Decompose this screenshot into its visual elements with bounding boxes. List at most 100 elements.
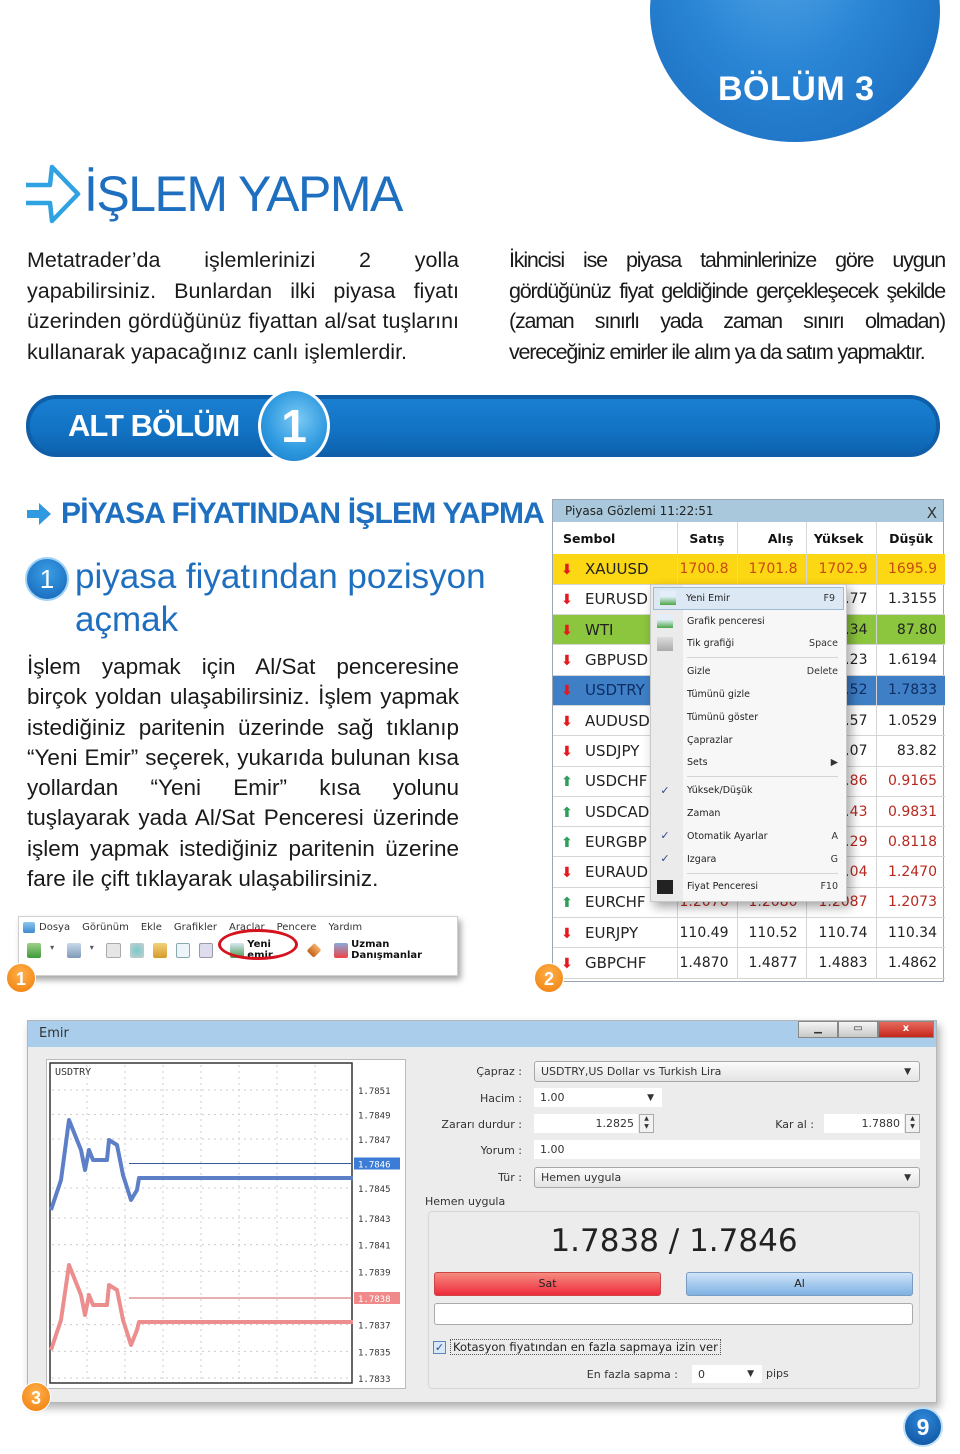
menu-separator [687, 872, 838, 874]
max-deviation-select[interactable]: 0 ▼ [692, 1365, 762, 1383]
expert-advisors-button[interactable]: Uzman Danışmanlar [334, 939, 457, 961]
profiles-icon[interactable] [66, 942, 81, 958]
low-cell: 1.7833 [876, 675, 945, 706]
order-type-select[interactable]: Hemen uygula ▼ [534, 1167, 920, 1188]
arrow-down-icon: ⬇ [561, 865, 573, 882]
context-menu-item[interactable]: Gizle Delete [651, 660, 846, 683]
table-row[interactable]: ⬇ EURJPY 110.49 110.52 110.74 110.34 [553, 917, 945, 949]
terminal-icon[interactable] [175, 942, 190, 958]
minimize-button[interactable]: ▁ [798, 1021, 838, 1038]
arrow-down-icon: ⬇ [561, 743, 573, 760]
y-tick-label: 1.7837 [358, 1322, 391, 1332]
context-menu-item[interactable]: Yeni Emir F9 [653, 587, 844, 610]
context-menu-item[interactable]: Zaman [651, 802, 846, 825]
symbol-cell[interactable]: ⬇ EURJPY [553, 917, 678, 949]
stop-loss-spinner[interactable]: ▲ ▼ [639, 1114, 654, 1133]
take-profit-spinner[interactable]: ▲ ▼ [905, 1114, 920, 1133]
low-cell: 1.2073 [876, 887, 945, 919]
tick-chart: USDTRY 1.7851 1.7849 1.7847 1.7846 1.7845 1.78… [46, 1059, 406, 1389]
context-menu-item[interactable]: ✓ Yüksek/Düşük [651, 779, 846, 802]
tester-icon[interactable] [198, 942, 214, 958]
y-tick-label: 1.7833 [358, 1375, 391, 1385]
symbol-cell[interactable]: ⬇ GBPCHF [553, 947, 678, 979]
page-title-text: İŞLEM YAPMA [84, 166, 403, 222]
arrow-up-icon: ⬆ [561, 834, 573, 851]
y-tick-label: 1.7839 [358, 1268, 391, 1278]
menu-pencere[interactable]: Pencere [277, 922, 317, 933]
volume-select[interactable]: 1.00 ▼ [534, 1088, 662, 1107]
column-header-bid[interactable]: Satış [677, 522, 738, 554]
low-cell: 87.80 [876, 614, 945, 646]
context-menu-item[interactable]: Fiyat Penceresi F10 [651, 876, 846, 899]
context-menu-item[interactable]: Tümünü göster [651, 706, 846, 729]
metaeditor-icon[interactable] [306, 942, 322, 958]
deviation-checkbox-row[interactable]: ✓ Kotasyon fiyatından en fazla sapmaya i… [433, 1339, 721, 1355]
column-header-ask[interactable]: Alış [737, 522, 807, 554]
context-menu-item[interactable]: ✓ Otomatik Ayarlar A [651, 825, 846, 848]
context-menu-item[interactable]: ✓ Izgara G [651, 848, 846, 871]
chart-window-icon [657, 614, 673, 629]
arrow-right-icon [27, 503, 51, 525]
dropdown-icon[interactable]: ▾ [50, 943, 58, 958]
screenshot-badge-3: 3 [21, 1382, 51, 1412]
highlight-circle [218, 929, 299, 960]
new-chart-icon[interactable] [27, 942, 42, 958]
deviation-checkbox[interactable]: ✓ [433, 1340, 446, 1354]
context-menu-item[interactable]: Sets ▶ [651, 752, 846, 775]
low-cell: 110.34 [876, 917, 945, 949]
app-icon [23, 921, 35, 933]
screenshot-badge-2: 2 [534, 963, 564, 993]
close-icon[interactable]: X [927, 502, 937, 524]
arrow-right-icon [26, 164, 81, 224]
chevron-down-icon: ▼ [904, 1172, 911, 1183]
menu-grafikler[interactable]: Grafikler [174, 922, 217, 933]
y-tick-label: 1.7841 [358, 1242, 391, 1252]
bid-series [49, 1263, 353, 1351]
symbol-select[interactable]: USDTRY,US Dollar vs Turkish Lira ▼ [534, 1061, 920, 1082]
data-window-icon[interactable] [129, 942, 144, 958]
context-menu-item[interactable]: Tümünü gizle [651, 683, 846, 706]
arrow-up-icon: ⬆ [561, 774, 573, 791]
dropdown-icon[interactable]: ▾ [90, 943, 98, 958]
column-header-low[interactable]: Düşük [876, 522, 945, 554]
menu-yardim[interactable]: Yardım [328, 922, 362, 933]
navigator-icon[interactable] [152, 942, 167, 958]
comment-input[interactable]: 1.00 [534, 1140, 920, 1159]
high-cell: 1.4883 [806, 947, 877, 979]
deviation-checkbox-label: Kotasyon fiyatından en fazla sapmaya izi… [450, 1339, 721, 1355]
context-menu-item[interactable]: Grafik penceresi [651, 610, 846, 633]
table-row[interactable]: ⬇ XAUUSD 1700.8 1701.8 1702.9 1695.9 [553, 554, 945, 585]
column-header-high[interactable]: Yüksek [806, 522, 877, 554]
expert-advisors-icon [334, 942, 349, 958]
stop-loss-label: Zararı durdur : [441, 1118, 522, 1131]
chart-symbol: USDTRY [55, 1067, 91, 1078]
tick-chart-icon [657, 636, 673, 651]
table-row[interactable]: ⬇ GBPCHF 1.4870 1.4877 1.4883 1.4862 [553, 947, 945, 979]
section-heading: PİYASA FİYATINDAN İŞLEM YAPMA [25, 497, 545, 531]
stop-loss-input[interactable]: 1.2825 ▲ ▼ [534, 1114, 654, 1133]
arrow-up-icon: ⬆ [561, 895, 573, 912]
close-button[interactable]: x [878, 1021, 934, 1038]
maximize-button[interactable]: ▭ [838, 1021, 878, 1038]
low-cell: 1.0529 [876, 705, 945, 737]
context-menu-item[interactable]: Çaprazlar [651, 729, 846, 752]
context-menu: Yeni Emir F9 Grafik penceresi Tik grafiği Sp… [650, 584, 847, 902]
menu-ekle[interactable]: Ekle [141, 922, 162, 933]
bid-cell: 110.49 [677, 917, 738, 949]
arrow-down-icon: ⬇ [561, 622, 573, 639]
order-window: Emir ▁ ▭ x USDTRY 1.7851 1.7849 1.7847 1.784… [27, 1020, 937, 1403]
new-order-button[interactable]: Yeni emir [218, 929, 301, 964]
subsection-label: ALT BÖLÜM [68, 408, 240, 443]
menu-gorunum[interactable]: Görünüm [82, 922, 129, 933]
intro-paragraph-left: Metatrader’da işlemlerinizi 2 yolla yapa… [27, 248, 459, 364]
menu-dosya[interactable]: Dosya [39, 922, 70, 933]
market-watch-icon[interactable] [106, 942, 121, 958]
column-header-symbol[interactable]: Sembol [553, 522, 678, 554]
take-profit-input[interactable]: 1.7880 ▲ ▼ [824, 1114, 920, 1133]
context-menu-item[interactable]: Tik grafiği Space [651, 633, 846, 656]
buy-button[interactable]: Al [686, 1272, 913, 1296]
y-tick-label: 1.7851 [358, 1087, 391, 1097]
screenshot-badge-1: 1 [6, 963, 36, 993]
sell-button[interactable]: Sat [434, 1272, 661, 1296]
symbol-cell[interactable]: ⬇ XAUUSD [553, 554, 678, 585]
